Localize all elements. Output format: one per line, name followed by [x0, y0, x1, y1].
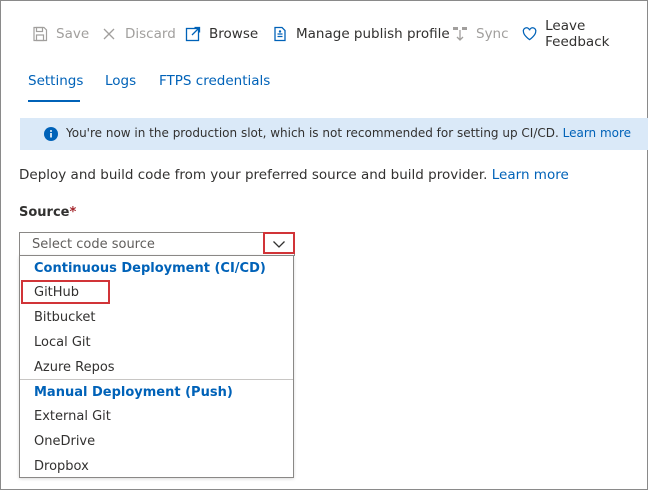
- tab-settings[interactable]: Settings: [28, 73, 83, 89]
- manage-publish-profile-label: Manage publish profile: [296, 26, 450, 42]
- option-bitbucket[interactable]: Bitbucket: [34, 310, 95, 325]
- save-icon: [33, 26, 48, 42]
- sync-label: Sync: [476, 26, 509, 42]
- tab-logs[interactable]: Logs: [105, 73, 136, 89]
- dropdown-toggle-button[interactable]: [263, 232, 295, 254]
- discard-label: Discard: [125, 26, 176, 42]
- info-icon: [44, 127, 58, 141]
- banner-message: You're now in the production slot, which…: [66, 126, 631, 140]
- discard-button[interactable]: Discard: [101, 20, 176, 48]
- source-dropdown-placeholder: Select code source: [32, 237, 155, 252]
- tab-ftps-credentials[interactable]: FTPS credentials: [159, 73, 270, 89]
- document-icon: [274, 26, 286, 42]
- option-onedrive[interactable]: OneDrive: [34, 434, 95, 449]
- option-external-git[interactable]: External Git: [34, 409, 111, 424]
- option-dropbox[interactable]: Dropbox: [34, 459, 89, 474]
- browse-icon: [185, 26, 201, 42]
- browse-label: Browse: [209, 26, 259, 42]
- description-learn-more-link[interactable]: Learn more: [492, 167, 569, 183]
- source-field-label: Source*: [19, 205, 76, 220]
- github-highlight-box: [21, 280, 110, 304]
- manage-publish-profile-button[interactable]: Manage publish profile: [272, 20, 450, 48]
- chevron-down-icon: [273, 241, 285, 248]
- deployment-description: Deploy and build code from your preferre…: [19, 167, 569, 183]
- option-azure-repos[interactable]: Azure Repos: [34, 360, 115, 375]
- required-marker: *: [69, 205, 77, 220]
- sync-icon: [453, 27, 467, 41]
- save-button[interactable]: Save: [32, 20, 89, 48]
- command-bar: Save Discard Browse Manage publish profi…: [0, 18, 648, 50]
- leave-feedback-label: Leave Feedback: [545, 18, 610, 50]
- group-header-manual-deployment: Manual Deployment (Push): [34, 385, 233, 400]
- save-label: Save: [56, 26, 90, 42]
- heart-icon: [522, 27, 537, 41]
- browse-button[interactable]: Browse: [185, 20, 258, 48]
- source-label-text: Source: [19, 205, 70, 220]
- info-banner: You're now in the production slot, which…: [20, 118, 648, 150]
- banner-text: You're now in the production slot, which…: [66, 126, 559, 140]
- description-text: Deploy and build code from your preferre…: [19, 167, 488, 183]
- banner-learn-more-link[interactable]: Learn more: [563, 126, 631, 140]
- active-tab-indicator: [28, 100, 80, 102]
- option-local-git[interactable]: Local Git: [34, 335, 91, 350]
- close-icon: [103, 28, 115, 40]
- group-header-continuous-deployment: Continuous Deployment (CI/CD): [34, 261, 266, 276]
- sync-button[interactable]: Sync: [452, 20, 509, 48]
- group-divider: [20, 379, 293, 380]
- source-dropdown[interactable]: Select code source: [19, 232, 295, 256]
- leave-feedback-button[interactable]: Leave Feedback: [522, 18, 648, 50]
